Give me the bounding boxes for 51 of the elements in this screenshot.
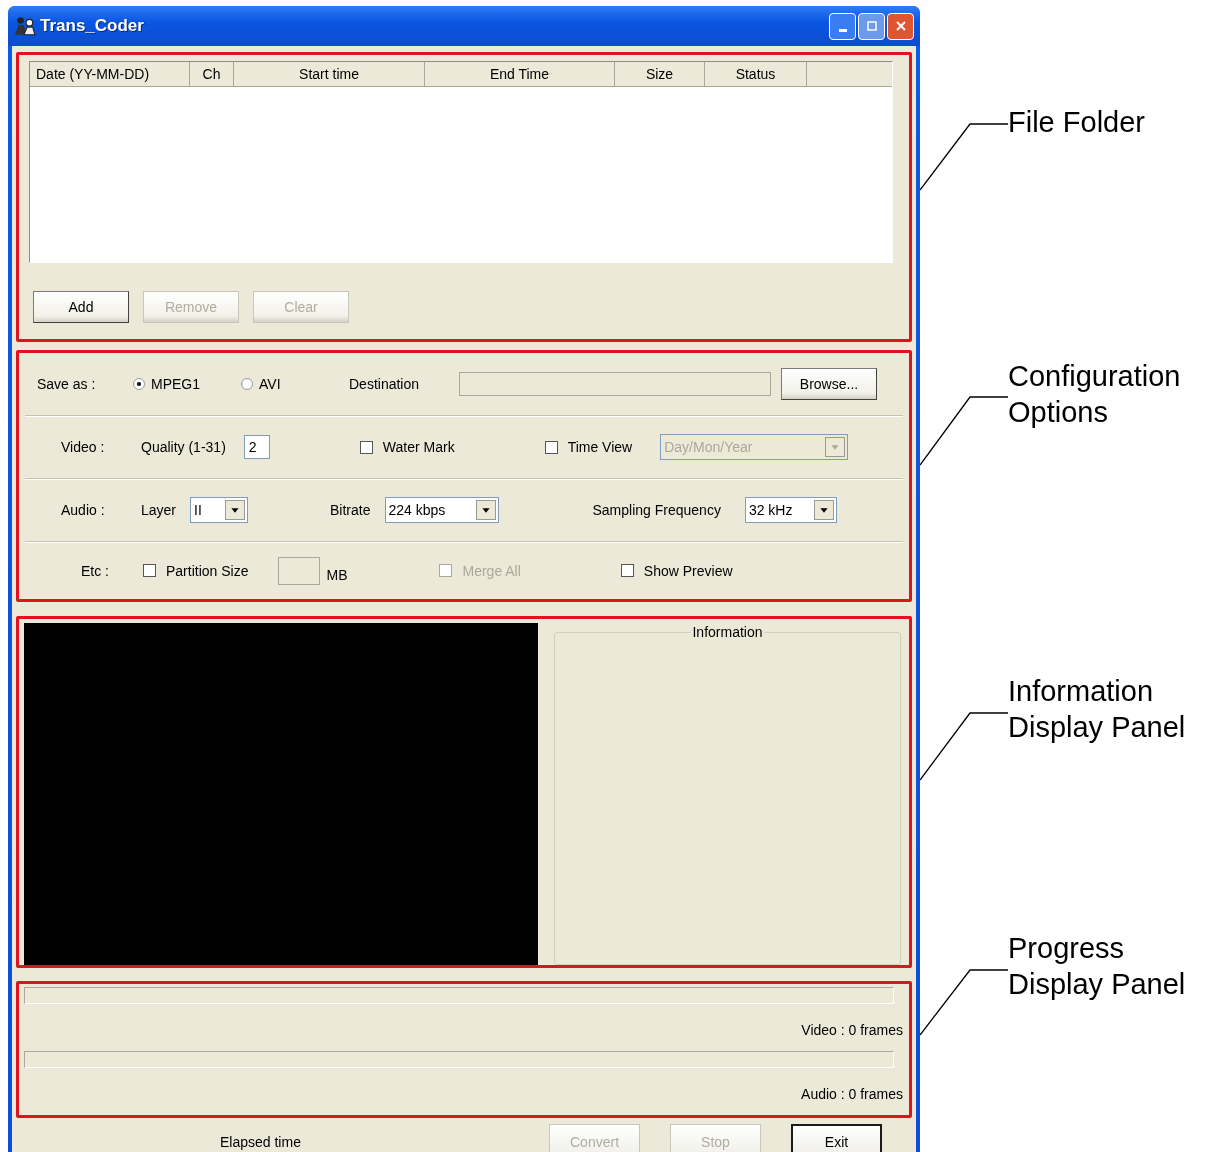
quality-label: Quality (1-31) [141, 439, 226, 455]
caret-icon [475, 500, 496, 520]
save-as-label: Save as : [37, 376, 97, 392]
maximize-button[interactable] [858, 12, 885, 40]
unit-label: MB [326, 566, 348, 583]
partition-size-checkbox[interactable]: Partition Size [143, 562, 249, 579]
callout-label: Information Display Panel [1008, 674, 1186, 746]
minimize-icon [838, 28, 847, 32]
layer-dropdown[interactable]: II [190, 497, 249, 523]
sampling-frequency-dropdown[interactable]: 32 kHz [744, 497, 837, 523]
close-button[interactable] [887, 12, 914, 40]
column-header[interactable]: Ch [190, 62, 234, 86]
frame-count: Audio : 0 frames [801, 1086, 903, 1102]
destination-field[interactable] [459, 372, 771, 396]
sampling-frequency-label: Sampling Frequency [592, 502, 721, 518]
frame-count: Video : 0 frames [801, 1022, 903, 1038]
action-button[interactable]: Add [33, 291, 129, 323]
column-header[interactable]: End Time [425, 62, 615, 86]
destination-label: Destination [349, 376, 421, 392]
video-label: Video : [61, 439, 106, 455]
action-button[interactable]: Exit [790, 1124, 882, 1152]
layer-label: Layer [141, 502, 177, 518]
format-radio[interactable]: AVI [241, 376, 349, 392]
bitrate-label: Bitrate [330, 502, 371, 518]
show-preview-checkbox[interactable]: Show Preview [620, 562, 733, 579]
caret-icon [825, 437, 846, 457]
format-radio[interactable]: MPEG1 [133, 376, 241, 392]
maximize-icon [866, 21, 877, 31]
callout-label: File Folder [1008, 105, 1145, 140]
partition-size-field[interactable] [278, 556, 321, 585]
callout-label: Progress Display Panel [1008, 931, 1186, 1003]
group-title: Information [690, 624, 765, 640]
elapsed-time-label: Elapsed time [220, 1134, 302, 1150]
column-header[interactable]: Size [615, 62, 705, 86]
water-mark-checkbox[interactable]: Water Mark [359, 439, 455, 455]
time-view-checkbox[interactable]: Time View [544, 439, 633, 455]
caret-icon [225, 500, 246, 520]
callout-label: Configuration Options [1008, 359, 1181, 431]
close-icon [895, 21, 906, 31]
column-header[interactable]: Start time [234, 62, 425, 86]
etc-label: Etc : [81, 562, 110, 579]
window-title: Trans_Coder [40, 16, 144, 36]
bitrate-dropdown[interactable]: 224 kbps [384, 497, 499, 523]
people-icon [14, 16, 36, 36]
minimize-button[interactable] [829, 12, 856, 40]
column-header[interactable]: Status [705, 62, 807, 86]
audio-label: Audio : [61, 502, 106, 518]
browse-button[interactable]: Browse... [781, 368, 877, 400]
caret-icon [813, 500, 834, 520]
column-header[interactable]: Date (YY-MM-DD) [30, 62, 190, 86]
quality-field[interactable]: 2 [243, 435, 270, 459]
